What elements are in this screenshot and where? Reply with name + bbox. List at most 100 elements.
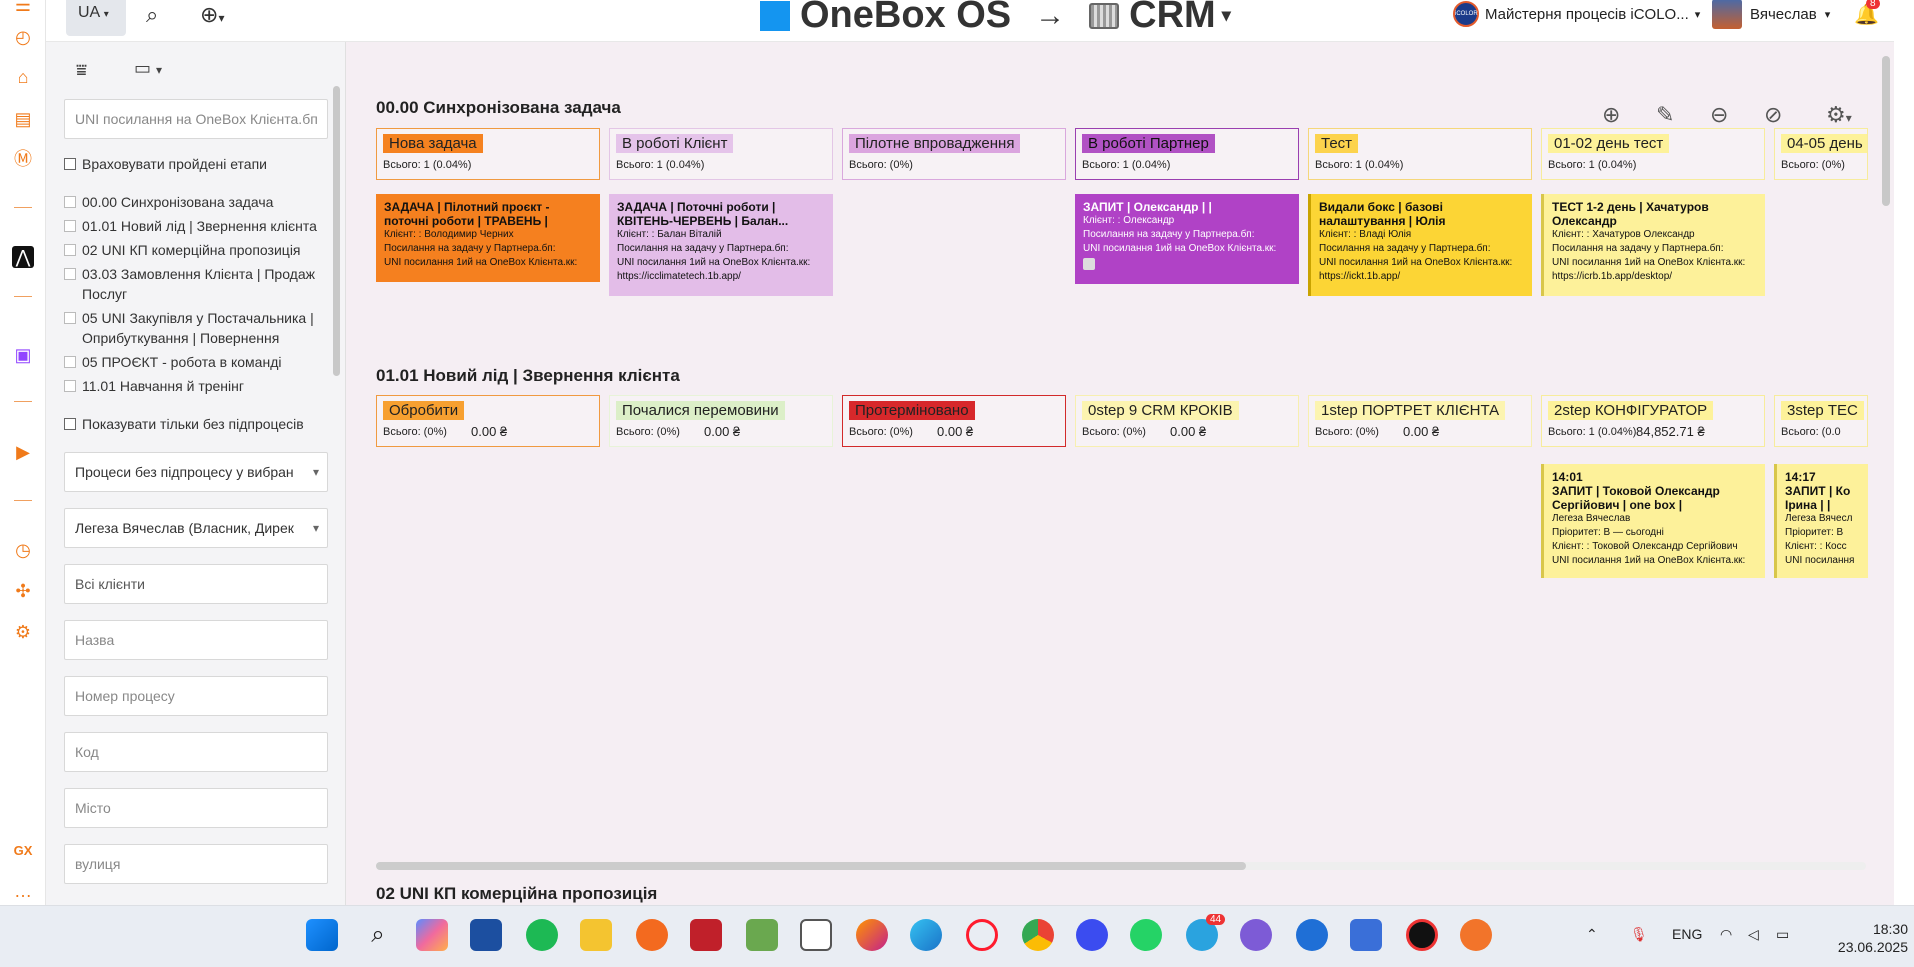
process-checkbox[interactable]: 05 UNI Закупівля у Постачальника | Оприб… bbox=[64, 308, 328, 348]
stage-column[interactable]: 1step ПОРТРЕТ КЛІЄНТА Всього: (0%) 0.00 … bbox=[1308, 395, 1532, 447]
gear-icon[interactable]: ⚙▾ bbox=[1826, 102, 1852, 128]
account-passed-checkbox[interactable]: Враховувати пройдені етапи bbox=[64, 154, 328, 174]
stage-column[interactable]: 01-02 день тест Всього: 1 (0.04%) bbox=[1541, 128, 1765, 180]
grid-app-icon[interactable] bbox=[690, 919, 722, 951]
windows-start-icon[interactable] bbox=[306, 919, 338, 951]
owner-select[interactable]: Легеза Вячеслав (Власник, Дирек bbox=[64, 508, 328, 548]
pattern-icon[interactable]: ▤ bbox=[12, 108, 34, 130]
process-card[interactable]: 14:01 ЗАПИТ | Токовой Олександр Сергійов… bbox=[1541, 464, 1765, 578]
workspace-select[interactable]: iCOLOR Майстерня процесів iCOLO... ▾ bbox=[1453, 0, 1700, 28]
gx-icon[interactable]: GX bbox=[12, 840, 34, 862]
search-icon[interactable]: ⌕ bbox=[146, 2, 158, 28]
stage-column[interactable]: Почалися перемовини Всього: (0%) 0.00 ₴ bbox=[609, 395, 833, 447]
stage-column[interactable]: Обробити Всього: (0%) 0.00 ₴ bbox=[376, 395, 600, 447]
app-logo-icon[interactable]: ⋀ bbox=[12, 246, 34, 268]
twitch-icon[interactable]: ▣ bbox=[12, 344, 34, 366]
card-link[interactable]: https://icrb.1b.app/desktop/ bbox=[1552, 270, 1757, 284]
edge-icon[interactable] bbox=[910, 919, 942, 951]
process-card[interactable]: ЗАДАЧА | Пілотний проєкт - поточні робот… bbox=[376, 194, 600, 282]
process-checkbox[interactable]: 01.01 Новий лід | Звернення клієнта bbox=[64, 216, 328, 236]
process-card[interactable]: ЗАПИТ | Олександр | | Клієнт: : Олександ… bbox=[1075, 194, 1299, 284]
add-icon[interactable]: ⊕▾ bbox=[200, 2, 224, 28]
open-external-icon[interactable]: ⊘ bbox=[1764, 102, 1782, 128]
process-checkbox[interactable]: 11.01 Навчання й тренінг bbox=[64, 376, 328, 396]
process-checkbox[interactable]: 00.00 Синхронізована задача bbox=[64, 192, 328, 212]
city-input[interactable]: Місто bbox=[64, 788, 328, 828]
app-b-icon[interactable] bbox=[1350, 919, 1382, 951]
speedometer-icon[interactable]: ◴ bbox=[12, 26, 34, 48]
pen-app-icon[interactable] bbox=[636, 919, 668, 951]
m-module-icon[interactable]: Ⓜ bbox=[12, 148, 34, 170]
minus-circle-icon[interactable]: ⊖ bbox=[1710, 102, 1728, 128]
stage-column[interactable]: 0step 9 CRM КРОКІВ Всього: (0%) 0.00 ₴ bbox=[1075, 395, 1299, 447]
file-icon[interactable] bbox=[800, 919, 832, 951]
stage-column[interactable]: Нова задача Всього: 1 (0.04%) bbox=[376, 128, 600, 180]
stage-column[interactable]: Пілотне впровадження Всього: (0%) bbox=[842, 128, 1066, 180]
brand[interactable]: OneBox OS → CRM ▾ bbox=[760, 0, 1231, 37]
edit-icon[interactable]: ✎ bbox=[1656, 102, 1674, 128]
stage-column[interactable]: В роботі Партнер Всього: 1 (0.04%) bbox=[1075, 128, 1299, 180]
stage-column[interactable]: 2step КОНФІГУРАТОР Всього: 1 (0.04%) 84,… bbox=[1541, 395, 1765, 447]
card-link[interactable]: https://ickt.1b.app/ bbox=[1319, 270, 1524, 284]
filter-icon[interactable]: ⩸ bbox=[76, 60, 87, 81]
process-checkbox[interactable]: 05 ПРОЄКТ - робота в команді bbox=[64, 352, 328, 372]
process-checkbox[interactable]: 02 UNI КП комерційна пропозиція bbox=[64, 240, 328, 260]
attachment-icon[interactable] bbox=[1083, 258, 1095, 270]
view-toggle-icon[interactable]: ▭ ▾ bbox=[134, 58, 162, 79]
stage-column[interactable]: В роботі Клієнт Всього: 1 (0.04%) bbox=[609, 128, 833, 180]
scrollbar-thumb[interactable] bbox=[1882, 56, 1890, 206]
folder-icon[interactable] bbox=[580, 919, 612, 951]
language-select[interactable]: UA ▾ bbox=[66, 0, 126, 36]
code-input[interactable]: Код bbox=[64, 732, 328, 772]
clock-icon[interactable]: ◷ bbox=[12, 539, 34, 561]
opera-icon[interactable] bbox=[966, 919, 998, 951]
process-card[interactable]: 14:17 ЗАПИТ | Ко Ірина | | Легеза Вячесл… bbox=[1774, 464, 1868, 578]
clients-input[interactable]: Всі клієнти bbox=[64, 564, 328, 604]
process-checkbox[interactable]: 03.03 Замовлення Клієнта | Продаж Послуг bbox=[64, 264, 328, 304]
process-card[interactable]: ТЕСТ 1-2 день | Хачатуров Олександр Кліє… bbox=[1541, 194, 1765, 296]
puzzle-icon[interactable]: ✣ bbox=[12, 580, 34, 602]
timer-app-icon[interactable] bbox=[1460, 919, 1492, 951]
store-icon[interactable] bbox=[470, 919, 502, 951]
input-language[interactable]: ENG bbox=[1672, 926, 1702, 942]
card-link[interactable]: https://icclimatetech.1b.app/ bbox=[617, 270, 825, 284]
more-icon[interactable]: … bbox=[12, 880, 34, 902]
stage-column[interactable]: Тест Всього: 1 (0.04%) bbox=[1308, 128, 1532, 180]
signal-icon[interactable] bbox=[1076, 919, 1108, 951]
name-input[interactable]: Назва bbox=[64, 620, 328, 660]
microphone-icon[interactable]: 🎙 bbox=[1630, 926, 1648, 943]
stage-column[interactable]: Протерміновано Всього: (0%) 0.00 ₴ bbox=[842, 395, 1066, 447]
process-number-input[interactable]: Номер процесу bbox=[64, 676, 328, 716]
whatsapp-icon[interactable] bbox=[1130, 919, 1162, 951]
wifi-icon[interactable]: ◠ bbox=[1720, 926, 1732, 943]
spotify-icon[interactable] bbox=[526, 919, 558, 951]
volume-icon[interactable]: ◁ bbox=[1748, 926, 1759, 943]
no-sub-select[interactable]: Процеси без підпроцесу у вибран bbox=[64, 452, 328, 492]
stage-column[interactable]: 04-05 день Всього: (0%) bbox=[1774, 128, 1868, 180]
stage-column[interactable]: 3step ТЕС Всього: (0.0 bbox=[1774, 395, 1868, 447]
add-circle-icon[interactable]: ⊕ bbox=[1602, 102, 1620, 128]
search-icon[interactable]: ⌕ bbox=[362, 919, 394, 951]
user-menu[interactable]: Вячеслав ▾ bbox=[1712, 0, 1830, 29]
uni-link-input[interactable]: UNI посилання на OneBox Клієнта.бп bbox=[64, 99, 328, 139]
chevron-up-icon[interactable]: ⌃ bbox=[1586, 926, 1598, 943]
scrollbar-thumb[interactable] bbox=[376, 862, 1246, 870]
firefox-icon[interactable] bbox=[856, 919, 888, 951]
copilot-icon[interactable] bbox=[416, 919, 448, 951]
process-card[interactable]: Видали бокс | базові налаштування | Юлія… bbox=[1308, 194, 1532, 296]
clock[interactable]: 18:30 23.06.2025 bbox=[1838, 920, 1908, 956]
board-horizontal-scrollbar[interactable] bbox=[376, 862, 1866, 870]
battery-icon[interactable]: ▭ bbox=[1776, 926, 1789, 943]
menu-icon[interactable]: ☰ bbox=[12, 0, 34, 16]
factory-icon[interactable]: ⌂ bbox=[12, 66, 34, 88]
settings-icon[interactable]: ⚙ bbox=[12, 621, 34, 643]
process-card[interactable]: ЗАДАЧА | Поточні роботи | КВІТЕНЬ-ЧЕРВЕН… bbox=[609, 194, 833, 296]
viber-icon[interactable] bbox=[1240, 919, 1272, 951]
record-icon[interactable] bbox=[1406, 919, 1438, 951]
chrome-icon[interactable] bbox=[1022, 919, 1054, 951]
only-no-sub-checkbox[interactable]: Показувати тільки без підпроцесів bbox=[64, 414, 328, 434]
filter-scrollbar[interactable] bbox=[333, 86, 340, 376]
play-icon[interactable]: ▶ bbox=[12, 441, 34, 463]
paint-app-icon[interactable] bbox=[746, 919, 778, 951]
board-vertical-scrollbar[interactable] bbox=[1882, 42, 1892, 882]
